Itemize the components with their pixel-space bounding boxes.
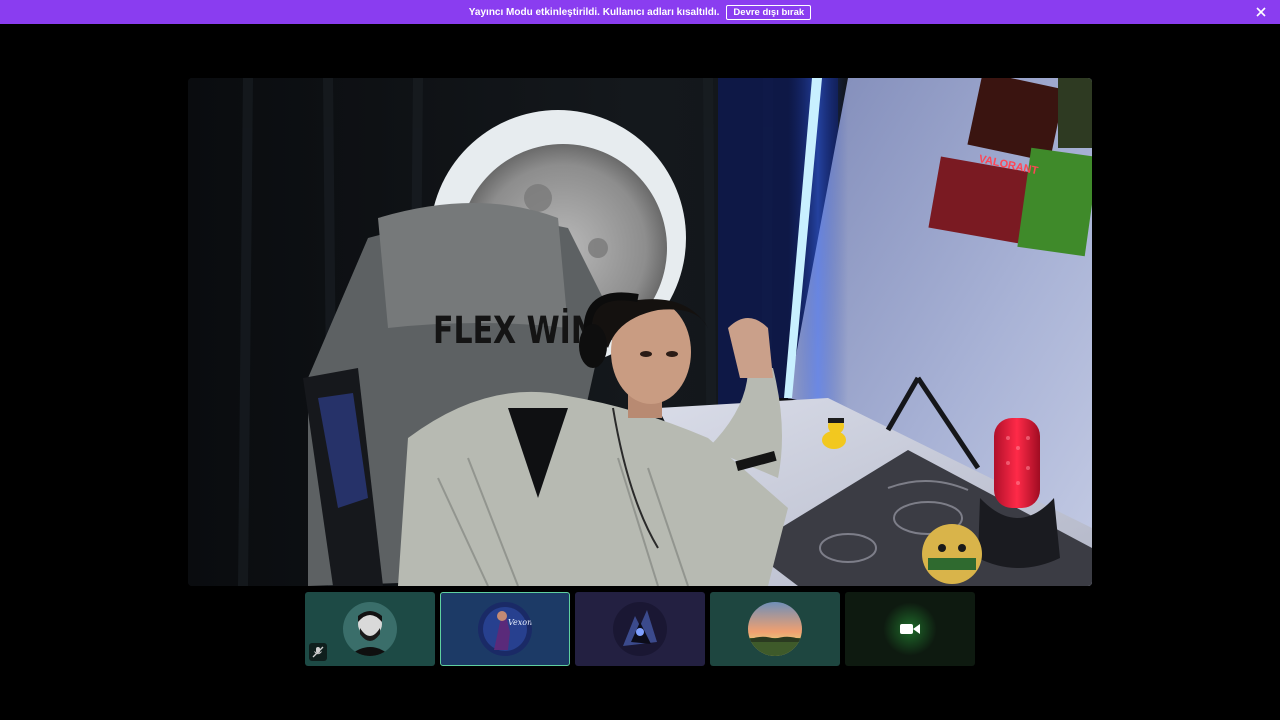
bearded-man-avatar [343, 602, 397, 656]
svg-text:Vexon: Vexon [508, 618, 532, 627]
participant-tile[interactable] [305, 592, 435, 666]
camera-avatar [883, 602, 937, 656]
participant-strip: Vexon [305, 592, 975, 666]
main-video-stream[interactable]: VALORANT FLEX WİN [188, 78, 1092, 586]
streamer-mode-banner: Yayıncı Modu etkinleştirildi. Kullanıcı … [0, 0, 1280, 24]
mute-icon [309, 643, 327, 661]
chair-text: FLEX WİN [433, 308, 596, 353]
participant-tile[interactable] [845, 592, 975, 666]
valorant-character-avatar: Vexon [478, 602, 532, 656]
sunset-landscape-avatar [748, 602, 802, 656]
participant-tile[interactable] [575, 592, 705, 666]
banner-message: Yayıncı Modu etkinleştirildi. Kullanıcı … [468, 6, 720, 18]
participant-tile[interactable] [710, 592, 840, 666]
dark-character-avatar [613, 602, 667, 656]
close-icon[interactable] [1254, 5, 1268, 19]
participant-tile-selected[interactable]: Vexon [440, 592, 570, 666]
disable-streamer-mode-button[interactable]: Devre dışı bırak [726, 4, 812, 20]
video-camera-icon [900, 624, 920, 634]
stream-scene: VALORANT FLEX WİN [188, 78, 1092, 586]
